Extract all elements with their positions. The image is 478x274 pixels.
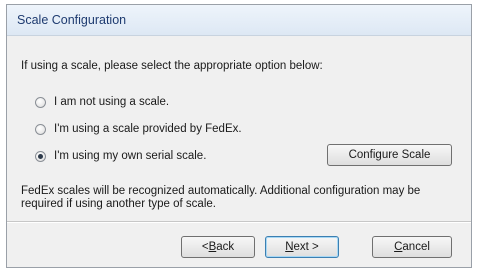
divider: [7, 221, 471, 223]
radio-button-selected[interactable]: [35, 150, 46, 162]
cancel-rest: ancel: [402, 241, 430, 253]
option-own-serial-scale[interactable]: I'm using my own serial scale.: [35, 148, 206, 164]
option-label: I'm using a scale provided by FedEx.: [54, 123, 242, 135]
title-bar[interactable]: Scale Configuration: [7, 5, 471, 36]
dialog-content: If using a scale, please select the appr…: [7, 36, 471, 267]
option-label: I am not using a scale.: [54, 96, 170, 108]
cancel-button[interactable]: Cancel: [372, 236, 452, 258]
back-mnemonic: B: [208, 241, 217, 253]
dialog-title: Scale Configuration: [17, 13, 127, 27]
back-rest: ack: [216, 241, 235, 253]
next-rest: ext >: [293, 241, 319, 253]
option-not-using-scale[interactable]: I am not using a scale.: [35, 94, 169, 110]
option-fedex-scale[interactable]: I'm using a scale provided by FedEx.: [35, 121, 242, 137]
scale-configuration-dialog: Scale Configuration If using a scale, pl…: [6, 4, 472, 268]
back-prefix: <: [201, 241, 209, 253]
next-button[interactable]: Next >: [265, 236, 339, 258]
option-label: I'm using my own serial scale.: [54, 150, 207, 162]
configure-scale-button[interactable]: Configure Scale: [327, 144, 452, 166]
radio-button[interactable]: [35, 123, 46, 135]
back-button[interactable]: < Back: [181, 236, 255, 258]
instruction-text: If using a scale, please select the appr…: [21, 60, 323, 72]
scale-note-text: FedEx scales will be recognized automati…: [21, 185, 421, 210]
next-mnemonic: N: [285, 241, 294, 253]
cancel-mnemonic: C: [394, 241, 403, 253]
radio-button[interactable]: [35, 96, 46, 108]
